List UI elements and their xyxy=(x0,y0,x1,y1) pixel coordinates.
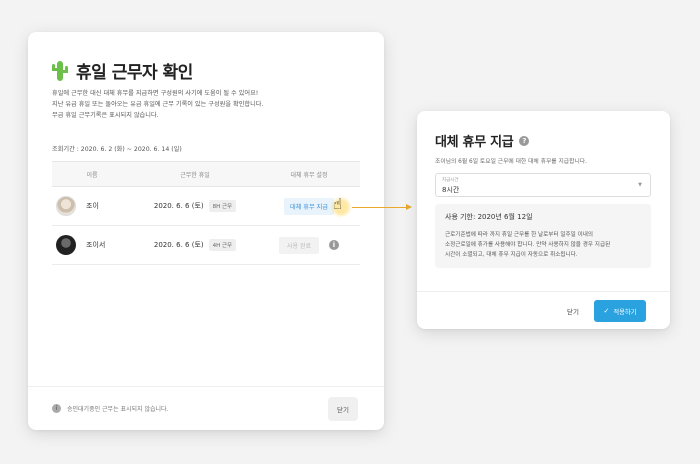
dialog-title: 대체 휴무 지급 ? xyxy=(435,131,530,150)
grant-hours-select[interactable]: 지급시간 8시간 ▼ xyxy=(435,173,651,197)
dialog-title-text: 대체 휴무 지급 xyxy=(435,135,514,150)
table-row: 조이서 2020. 6. 6 (토) 4H 근무 사용 완료 i xyxy=(52,226,360,265)
dialog-subtitle: 조이님의 6월 6일 토요일 근무에 대한 대체 휴무를 지급합니다. xyxy=(435,159,587,165)
avatar xyxy=(56,235,76,255)
cactus-icon xyxy=(52,60,68,82)
dialog-footer: i 승인대기중인 근무는 표시되지 않습니다. 닫기 xyxy=(28,386,384,430)
period-text: 조회기간 : 2020. 6. 2 (화) ~ 2020. 6. 14 (일) xyxy=(52,146,182,153)
help-icon[interactable]: ? xyxy=(519,135,530,146)
work-date: 2020. 6. 6 (토) xyxy=(153,241,204,249)
holiday-workers-dialog: 휴일 근무자 확인 휴일에 근무한 대신 대체 휴무를 지급하면 구성원의 사기… xyxy=(28,32,384,430)
select-value: 8시간 xyxy=(442,186,460,194)
worker-name: 조이서 xyxy=(86,241,106,249)
hand-pointer-icon: ☝ xyxy=(333,195,343,213)
hours-badge: 8H 근무 xyxy=(208,200,237,212)
check-icon: ✓ xyxy=(603,307,610,315)
dialog-title: 휴일 근무자 확인 xyxy=(52,58,193,83)
notice-body: 근로기준법에 따라 까지 휴일 근무를 한 날로부터 일주일 이내의 소정근로일… xyxy=(445,232,611,258)
used-status-badge: 사용 완료 xyxy=(279,236,319,254)
connector-arrow-head xyxy=(406,204,412,210)
workers-table: 이름 근무한 휴일 대체 휴무 설정 조이 2020. 6. 6 (토) 8H … xyxy=(52,161,360,265)
select-label: 지급시간 xyxy=(442,178,459,183)
dialog-title-text: 휴일 근무자 확인 xyxy=(76,63,193,83)
footer-note: i 승인대기중인 근무는 표시되지 않습니다. xyxy=(52,404,168,413)
connector-arrow-line xyxy=(352,207,408,208)
table-row: 조이 2020. 6. 6 (토) 8H 근무 대체 휴무 지급 xyxy=(52,187,360,226)
chevron-down-icon: ▼ xyxy=(638,182,642,188)
grant-substitute-button[interactable]: 대체 휴무 지급 xyxy=(283,197,335,215)
column-header-setting: 대체 휴무 설정 xyxy=(290,171,328,179)
dialog-description: 휴일에 근무한 대신 대체 휴무를 지급하면 구성원의 사기에 도움이 될 수 … xyxy=(52,90,264,119)
close-button[interactable]: 닫기 xyxy=(328,397,358,421)
avatar xyxy=(56,196,76,216)
work-date: 2020. 6. 6 (토) xyxy=(153,202,204,210)
dialog-footer: 닫기 ✓ 적용하기 xyxy=(417,291,670,329)
apply-button-label: 적용하기 xyxy=(613,308,637,316)
close-button[interactable]: 닫기 xyxy=(567,306,579,316)
footer-note-text: 승인대기중인 근무는 표시되지 않습니다. xyxy=(67,406,169,413)
column-header-date: 근무한 휴일 xyxy=(180,171,210,179)
apply-button[interactable]: ✓ 적용하기 xyxy=(594,300,646,322)
hours-badge: 4H 근무 xyxy=(208,239,237,251)
notice-title: 사용 기한: 2020년 6월 12일 xyxy=(445,213,533,221)
expiry-notice: 사용 기한: 2020년 6월 12일 근로기준법에 따라 까지 휴일 근무를 … xyxy=(435,204,651,268)
grant-substitute-dialog: 대체 휴무 지급 ? 조이님의 6월 6일 토요일 근무에 대한 대체 휴무를 … xyxy=(417,111,670,329)
column-header-name: 이름 xyxy=(86,171,98,179)
worker-name: 조이 xyxy=(86,202,99,210)
table-header: 이름 근무한 휴일 대체 휴무 설정 xyxy=(52,161,360,187)
info-icon: i xyxy=(52,404,61,413)
info-icon[interactable]: i xyxy=(329,240,339,250)
